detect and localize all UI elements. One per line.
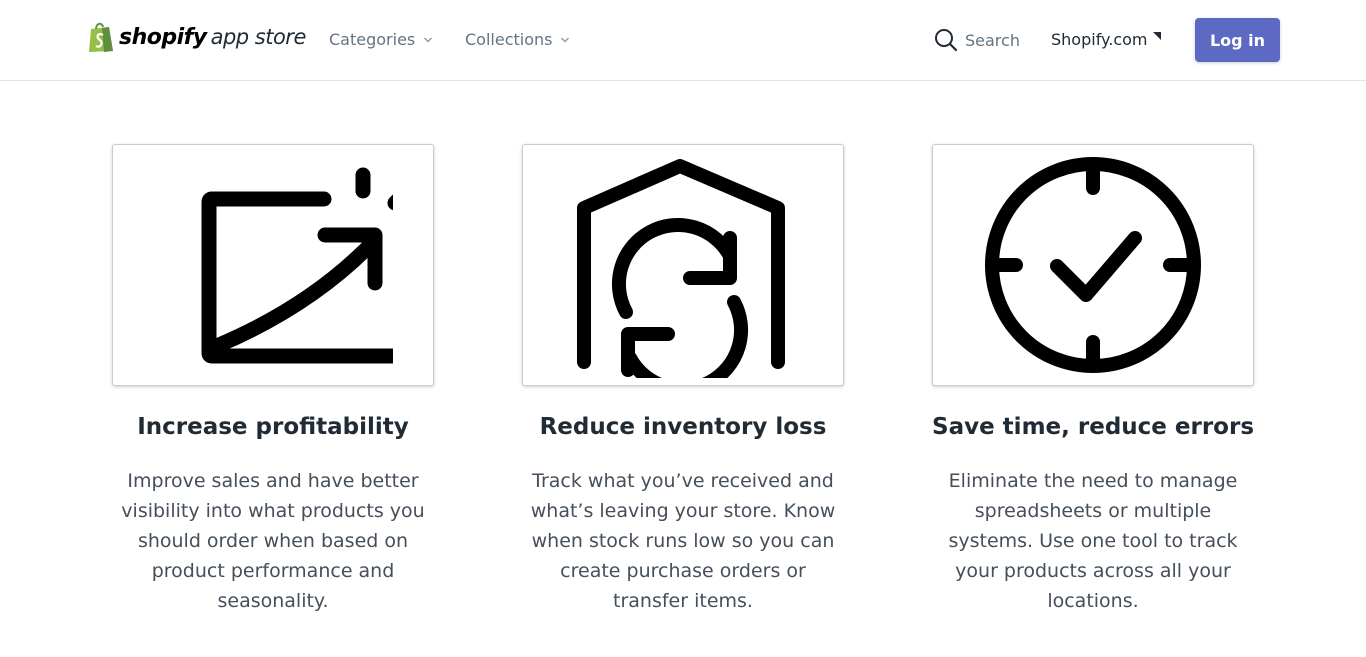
search-button[interactable]: Search xyxy=(934,28,1020,52)
feature-icon-card xyxy=(932,144,1254,386)
feature-reduce-inventory-loss: Reduce inventory loss Track what you’ve … xyxy=(522,144,844,616)
feature-description: Improve sales and have better visibility… xyxy=(121,470,425,612)
shopify-com-link[interactable]: Shopify.com xyxy=(1051,30,1162,49)
feature-icon-card xyxy=(522,144,844,386)
top-navigation-bar: shopify app store Categories Collections… xyxy=(0,0,1366,81)
nav-collections[interactable]: Collections xyxy=(465,30,570,49)
chevron-down-icon xyxy=(561,36,570,43)
shopify-app-store-logo[interactable]: shopify app store xyxy=(87,21,306,53)
logo-wordmark: shopify xyxy=(119,24,207,50)
external-link-arrow-icon xyxy=(1153,32,1162,40)
feature-title: Increase profitability xyxy=(137,414,409,440)
logo-subtitle: app store xyxy=(210,25,307,49)
search-label: Search xyxy=(965,30,1020,50)
search-icon xyxy=(935,29,958,52)
nav-collections-label: Collections xyxy=(465,30,553,49)
feature-description: Track what you’ve received and what’s le… xyxy=(530,470,836,612)
feature-save-time: Save time, reduce errors Eliminate the n… xyxy=(932,144,1254,616)
nav-categories-label: Categories xyxy=(329,30,416,49)
feature-title: Save time, reduce errors xyxy=(932,414,1255,440)
clock-check-icon xyxy=(985,157,1201,373)
shopify-com-label: Shopify.com xyxy=(1051,30,1148,49)
feature-increase-profitability: Increase profitability Improve sales and… xyxy=(112,144,434,616)
nav-categories[interactable]: Categories xyxy=(329,30,433,49)
feature-title: Reduce inventory loss xyxy=(539,414,827,440)
growth-chart-icon xyxy=(201,167,393,364)
login-button[interactable]: Log in xyxy=(1195,18,1280,62)
feature-icon-card xyxy=(112,144,434,386)
feature-description: Eliminate the need to manage spreadsheet… xyxy=(948,470,1238,612)
warehouse-sync-icon xyxy=(577,159,785,378)
chevron-down-icon xyxy=(424,36,433,43)
shopify-bag-icon xyxy=(89,22,113,52)
